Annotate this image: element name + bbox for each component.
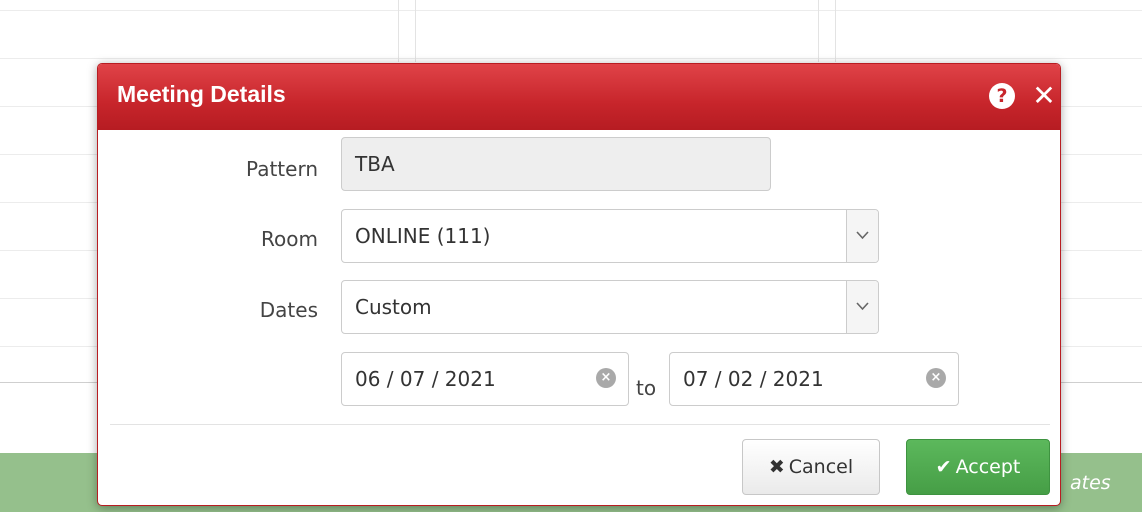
bg-green-bar-text: ates	[1070, 472, 1111, 494]
start-date-value: 06 / 07 / 2021	[355, 367, 496, 391]
times-icon: ✖	[768, 456, 785, 478]
pattern-label: Pattern	[246, 157, 318, 181]
accept-button[interactable]: ✔ Accept	[906, 439, 1050, 495]
clear-circle-icon[interactable]: ×	[596, 368, 616, 388]
date-range-to-label: to	[636, 376, 657, 400]
footer-divider	[110, 424, 1050, 425]
room-select-value: ONLINE (111)	[355, 224, 491, 248]
pattern-value: TBA	[355, 152, 395, 176]
chevron-down-icon[interactable]	[846, 210, 878, 262]
bg-row-line	[0, 10, 1142, 11]
meeting-details-dialog: Meeting Details ? ✕ Pattern TBA Room ONL…	[97, 63, 1061, 506]
bg-column-line	[818, 0, 819, 62]
cancel-button-label: Cancel	[788, 456, 854, 478]
pattern-field: TBA	[341, 137, 771, 191]
close-icon[interactable]: ✕	[1031, 81, 1057, 111]
help-circle-icon[interactable]: ?	[989, 83, 1015, 109]
dates-select-value: Custom	[355, 295, 432, 319]
dialog-header: Meeting Details ? ✕	[98, 64, 1060, 130]
bg-column-line	[415, 0, 416, 62]
end-date-input[interactable]: 07 / 02 / 2021 ×	[669, 352, 959, 406]
bg-column-line	[398, 0, 399, 62]
dates-select[interactable]: Custom	[341, 280, 879, 334]
end-date-value: 07 / 02 / 2021	[683, 367, 824, 391]
dialog-title: Meeting Details	[117, 81, 286, 107]
chevron-down-icon[interactable]	[846, 281, 878, 333]
clear-circle-icon[interactable]: ×	[926, 368, 946, 388]
cancel-button[interactable]: ✖ Cancel	[742, 439, 880, 495]
bg-column-line	[835, 0, 836, 62]
start-date-input[interactable]: 06 / 07 / 2021 ×	[341, 352, 629, 406]
bg-row-line	[0, 58, 1142, 59]
room-select[interactable]: ONLINE (111)	[341, 209, 879, 263]
check-icon: ✔	[935, 456, 952, 478]
accept-button-label: Accept	[955, 456, 1021, 478]
dates-label: Dates	[259, 298, 318, 322]
room-label: Room	[261, 227, 318, 251]
